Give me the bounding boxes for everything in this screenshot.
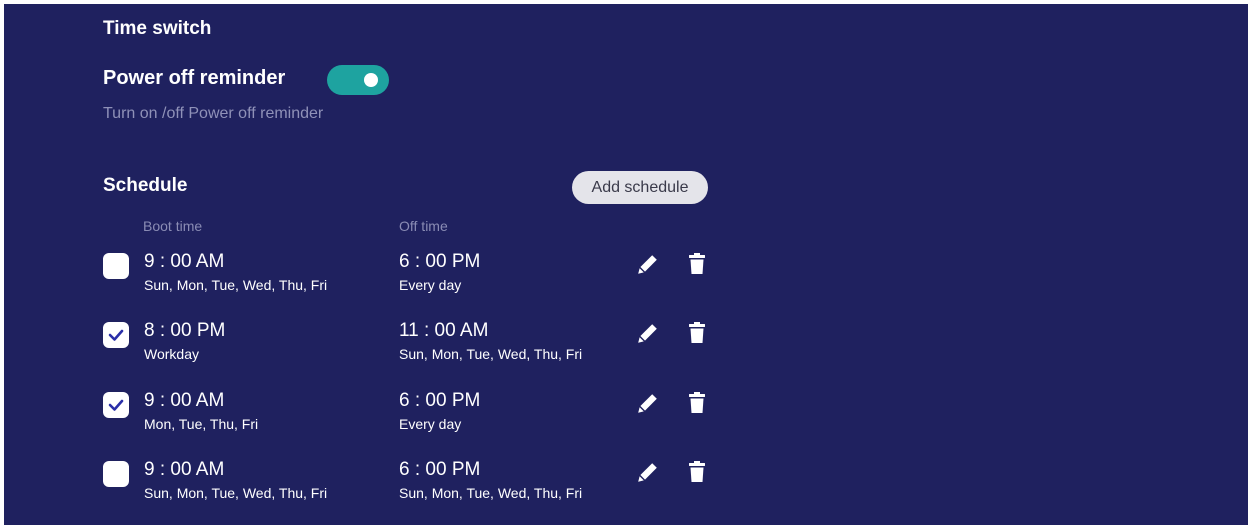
schedule-row: 9 : 00 AM Sun, Mon, Tue, Wed, Thu, Fri 6…: [4, 459, 1248, 519]
boot-time: 9 : 00 AM: [144, 251, 225, 272]
trash-icon[interactable]: [688, 252, 706, 276]
pencil-icon[interactable]: [637, 461, 659, 483]
off-time: 6 : 00 PM: [399, 459, 481, 480]
off-days: Every day: [399, 277, 462, 293]
schedule-row: 8 : 00 PM Workday 11 : 00 AM Sun, Mon, T…: [4, 320, 1248, 380]
schedule-title: Schedule: [103, 175, 188, 196]
boot-time-column-header: Boot time: [143, 218, 203, 234]
power-off-reminder-label: Power off reminder: [103, 67, 286, 89]
schedule-row: 9 : 00 AM Sun, Mon, Tue, Wed, Thu, Fri 6…: [4, 251, 1248, 311]
boot-time: 9 : 00 AM: [144, 390, 225, 411]
schedule-row-checkbox[interactable]: [103, 461, 129, 487]
boot-time: 9 : 00 AM: [144, 459, 225, 480]
off-time-column-header: Off time: [399, 218, 448, 234]
checkmark-icon: [108, 329, 124, 341]
off-days: Sun, Mon, Tue, Wed, Thu, Fri: [399, 485, 583, 501]
trash-icon[interactable]: [688, 321, 706, 345]
off-days: Every day: [399, 416, 462, 432]
trash-icon[interactable]: [688, 460, 706, 484]
power-off-reminder-toggle[interactable]: [327, 65, 389, 95]
power-off-reminder-description: Turn on /off Power off reminder: [103, 105, 324, 122]
section-title: Time switch: [103, 18, 212, 39]
schedule-row-checkbox[interactable]: [103, 253, 129, 279]
pencil-icon[interactable]: [637, 253, 659, 275]
boot-time: 8 : 00 PM: [144, 320, 226, 341]
pencil-icon[interactable]: [637, 392, 659, 414]
schedule-row-checkbox[interactable]: [103, 392, 129, 418]
boot-days: Sun, Mon, Tue, Wed, Thu, Fri: [144, 485, 328, 501]
trash-icon[interactable]: [688, 391, 706, 415]
boot-days: Sun, Mon, Tue, Wed, Thu, Fri: [144, 277, 328, 293]
boot-days: Workday: [144, 346, 199, 362]
schedule-row-checkbox[interactable]: [103, 322, 129, 348]
pencil-icon[interactable]: [637, 322, 659, 344]
boot-days: Mon, Tue, Thu, Fri: [144, 416, 259, 432]
checkmark-icon: [108, 399, 124, 411]
off-days: Sun, Mon, Tue, Wed, Thu, Fri: [399, 346, 583, 362]
toggle-knob: [364, 73, 378, 87]
schedule-row: 9 : 00 AM Mon, Tue, Thu, Fri 6 : 00 PM E…: [4, 390, 1248, 450]
off-time: 6 : 00 PM: [399, 390, 481, 411]
time-switch-panel: Time switch Power off reminder Turn on /…: [4, 4, 1248, 525]
off-time: 6 : 00 PM: [399, 251, 481, 272]
add-schedule-button[interactable]: Add schedule: [572, 171, 708, 204]
off-time: 11 : 00 AM: [399, 320, 489, 341]
